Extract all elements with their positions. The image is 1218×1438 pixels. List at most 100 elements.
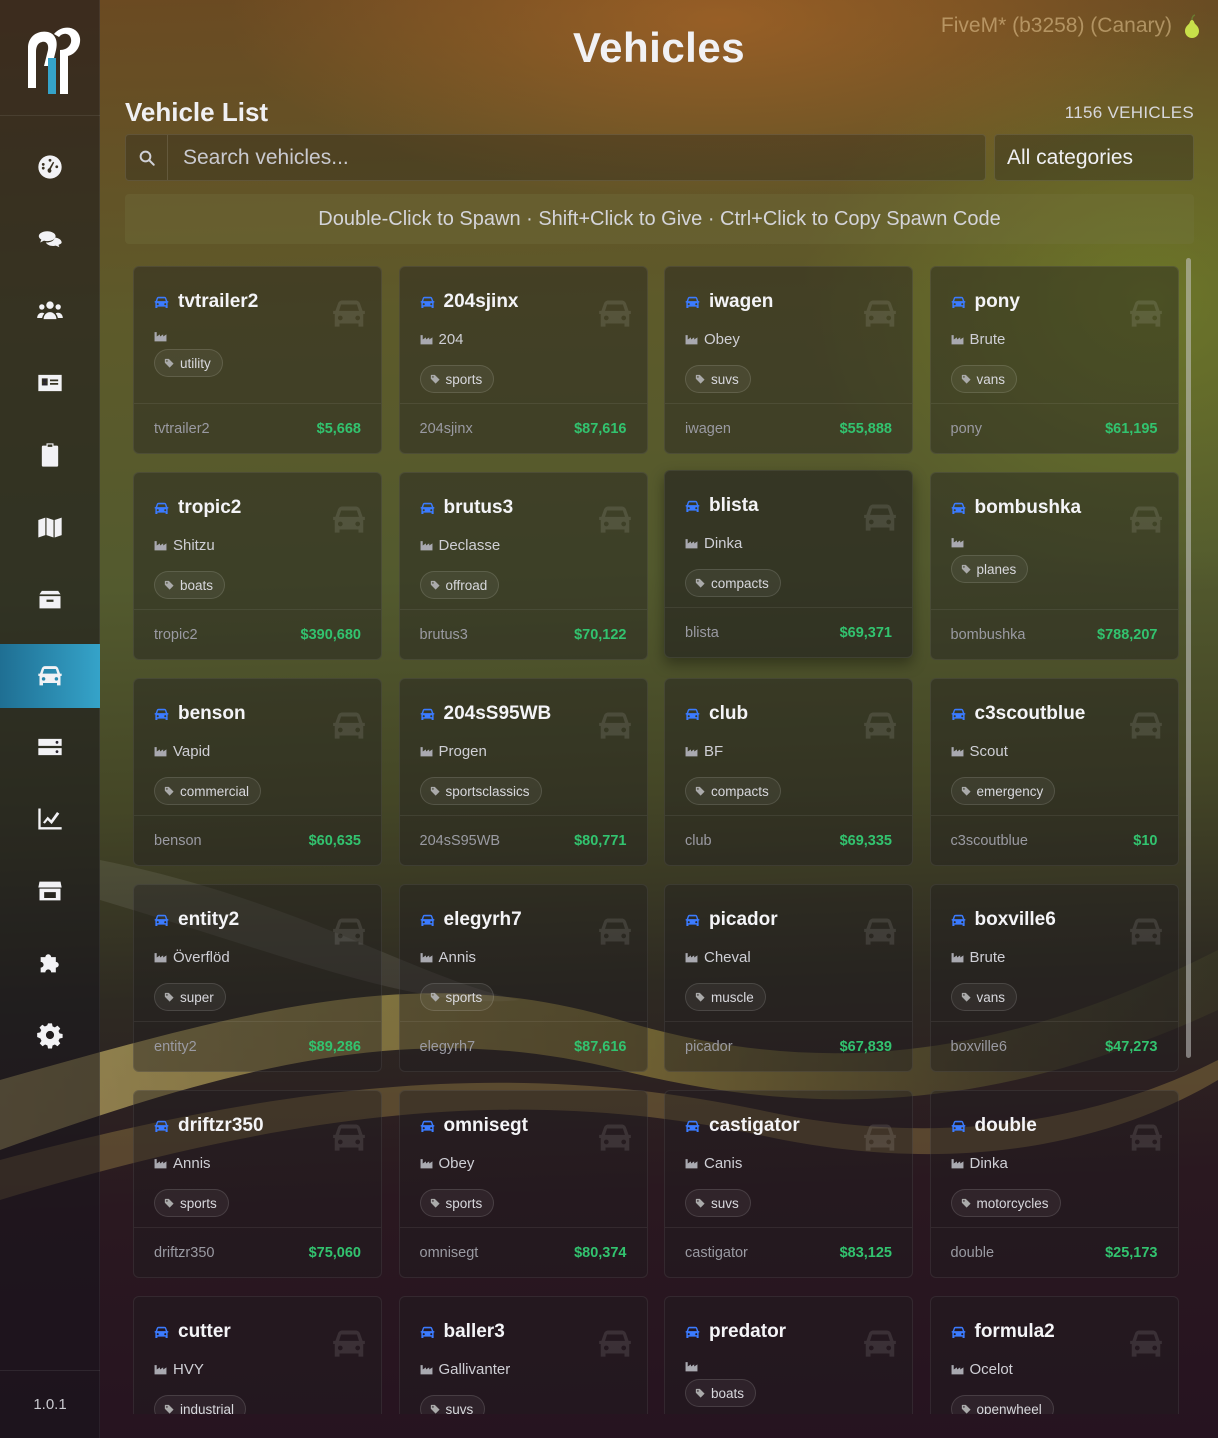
car-icon [685,1326,700,1338]
vehicle-brand-row: HVY [154,1361,204,1378]
vehicle-name: castigator [709,1115,800,1136]
car-watermark-icon [864,1330,896,1357]
gear-icon [37,1023,63,1049]
vehicle-card-footer: picador $67,839 [665,1021,912,1071]
sidebar-item-stats[interactable] [0,787,100,851]
vehicle-brand-row: Declasse [420,537,501,554]
vehicle-card-footer: brutus3 $70,122 [399,609,647,659]
vehicle-card-formula2[interactable]: formula2 Ocelot openwheel formula2 [929,1296,1179,1415]
vehicle-card-baller3[interactable]: baller3 Gallivanter suvs baller3 [398,1296,648,1414]
vehicle-price: $60,635 [308,832,361,849]
car-icon [685,1120,700,1132]
car-icon [154,1120,169,1132]
vehicle-category-tag: planes [950,555,1029,583]
vehicle-price: $80,374 [574,1244,627,1261]
app-logo[interactable] [0,0,100,116]
vehicle-spawn-code: benson [154,832,202,849]
category-select[interactable]: All categories [994,134,1194,181]
vehicle-brand-row: 204 [420,331,464,348]
sidebar-item-store[interactable] [0,859,100,923]
tag-icon [430,1198,440,1208]
vehicle-card-tvtrailer2[interactable]: tvtrailer2 utility tvtrailer2 $5,668 [133,266,382,454]
sidebar-item-servers[interactable] [0,715,100,779]
vehicle-price: $80,771 [574,832,627,849]
map-icon [38,517,62,538]
sidebar-item-dashboard[interactable] [0,135,100,199]
vehicle-category: openwheel [976,1401,1042,1415]
car-icon [951,1120,965,1132]
vehicle-card-cutter[interactable]: cutter HVY industrial cutter [133,1296,382,1414]
vehicle-card-blista[interactable]: blista Dinka compacts blista $69,371 [664,470,913,658]
tag-icon [961,786,971,796]
sidebar-item-items[interactable] [0,567,100,631]
vehicle-category-tag: super [154,983,226,1011]
car-icon [154,502,169,514]
vehicle-card-204sS95WB[interactable]: 204sS95WB Progen sportsclassics 204sS95W… [398,678,648,866]
car-watermark-icon [598,918,631,945]
sidebar-item-players[interactable] [0,279,100,343]
gauge-icon [38,155,62,179]
vehicle-spawn-code: entity2 [154,1038,197,1055]
vehicle-spawn-code: brutus3 [419,626,468,643]
sidebar-item-map[interactable] [0,495,100,559]
sidebar-item-clipboard[interactable] [0,423,100,487]
sidebar-item-vehicles[interactable] [0,644,100,708]
search-icon [126,135,168,180]
tag-icon [164,1198,174,1208]
vehicle-brand-row: Dinka [951,1155,1008,1172]
vehicle-price: $47,273 [1105,1038,1158,1055]
factory-icon [420,541,432,551]
vehicle-card-double[interactable]: double Dinka motorcycles double $25,173 [929,1090,1179,1278]
car-icon [685,500,700,512]
vehicle-card-omnisegt[interactable]: omnisegt Obey sports omnisegt $80,374 [398,1090,648,1278]
vehicle-card-predator[interactable]: predator boats predator [664,1296,913,1414]
car-icon [420,914,434,926]
vehicle-brand: Obey [704,331,740,348]
scrollbar[interactable] [1186,258,1191,1058]
vehicle-brand-row: Ocelot [951,1361,1013,1378]
vehicle-price: $75,060 [308,1244,361,1261]
vehicle-brand: Dinka [704,535,743,552]
car-watermark-icon [333,1330,365,1357]
vehicle-card-bombushka[interactable]: bombushka planes bombushka $788,207 [929,472,1179,660]
sidebar-item-chat[interactable] [0,207,100,271]
vehicle-card-tropic2[interactable]: tropic2 Shitzu boats tropic2 $390,680 [133,472,382,660]
vehicle-card-castigator[interactable]: castigator Canis suvs castigator $83,125 [664,1090,913,1278]
sidebar-item-id-card[interactable] [0,351,100,415]
factory-icon [951,335,963,345]
box-icon [39,590,61,609]
vehicle-price: $5,668 [316,420,361,437]
vehicle-card-driftzr350[interactable]: driftzr350 Annis sports driftzr350 $75,0… [133,1090,382,1278]
vehicle-card-entity2[interactable]: entity2 Överflöd super entity2 $89,286 [133,884,382,1072]
vehicle-brand: Progen [438,743,487,760]
vehicle-card-c3scoutblue[interactable]: c3scoutblue Scout emergency c3scoutblue … [929,678,1179,866]
vehicle-category-tag: sports [419,1189,495,1217]
search-input[interactable] [168,135,985,180]
vehicle-card-boxville6[interactable]: boxville6 Brute vans boxville6 $47,273 [929,884,1179,1072]
vehicle-brand: Brute [969,949,1006,966]
vehicle-brand-row: Annis [154,1155,211,1172]
vehicle-brand: Vapid [173,743,211,760]
vehicle-name: pony [974,291,1020,312]
vehicle-card-club[interactable]: club BF compacts club $69,335 [664,678,913,866]
vehicle-card-204sjinx[interactable]: 204sjinx 204 sports 204sjinx $87,616 [398,266,648,454]
vehicle-price: $25,173 [1105,1244,1158,1261]
vehicle-card-picador[interactable]: picador Cheval muscle picador $67,839 [664,884,913,1072]
tag-icon [164,580,174,590]
sidebar-item-plugins[interactable] [0,931,100,995]
vehicle-card-iwagen[interactable]: iwagen Obey suvs iwagen $55,888 [664,266,913,454]
vehicle-brand-row [951,537,970,548]
vehicle-card-elegyrh7[interactable]: elegyrh7 Annis sports elegyrh7 $87,616 [398,884,648,1072]
vehicle-name-row: castigator [684,1115,800,1137]
car-watermark-icon [333,506,365,533]
chart-line-icon [38,808,62,830]
vehicle-spawn-code: blista [685,624,719,641]
tag-icon [430,374,440,384]
vehicle-brand: Canis [704,1155,743,1172]
vehicle-card-footer: benson $60,635 [134,815,381,865]
vehicle-brand: Declasse [438,537,501,554]
sidebar-item-settings[interactable] [0,1003,100,1067]
vehicle-card-pony[interactable]: pony Brute vans pony $61,195 [929,266,1179,454]
vehicle-card-brutus3[interactable]: brutus3 Declasse offroad brutus3 $70,122 [398,472,648,660]
vehicle-card-benson[interactable]: benson Vapid commercial benson $60,635 [133,678,382,866]
